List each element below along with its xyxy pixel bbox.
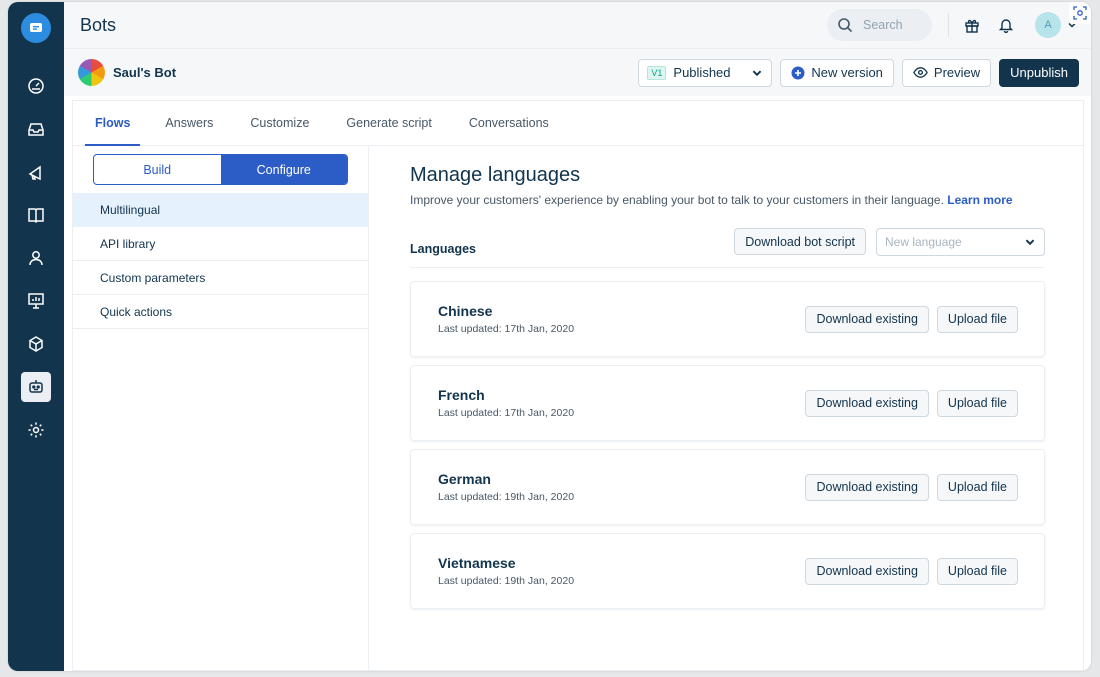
tab-generate-script[interactable]: Generate script [346, 101, 443, 145]
download-existing-button[interactable]: Download existing [805, 305, 929, 333]
language-card: German Last updated: 19th Jan, 2020 Down… [410, 449, 1045, 525]
screenshot-capture-icon[interactable] [1069, 2, 1091, 24]
language-list: Chinese Last updated: 17th Jan, 2020 Dow… [410, 281, 1045, 609]
bot-header: Saul's Bot V1 Published New version Prev… [64, 48, 1091, 96]
language-updated: Last updated: 19th Jan, 2020 [438, 575, 575, 587]
new-language-placeholder: New language [885, 234, 962, 249]
language-updated: Last updated: 17th Jan, 2020 [438, 407, 575, 419]
section-description: Improve your customers' experience by en… [410, 193, 1045, 207]
download-existing-button[interactable]: Download existing [805, 389, 929, 417]
upload-file-button[interactable]: Upload file [936, 557, 1018, 585]
eye-icon [913, 67, 928, 78]
nav-contacts-icon[interactable] [21, 243, 51, 273]
version-select[interactable]: V1 Published [638, 58, 773, 87]
language-name: German [438, 471, 491, 487]
download-bot-script-button[interactable]: Download bot script [734, 228, 866, 255]
language-name: French [438, 387, 485, 403]
app-window: Bots Search A Saul's Bot V1 Published Ne… [8, 2, 1091, 671]
new-version-button[interactable]: New version [780, 58, 894, 87]
manage-languages-panel: Manage languages Improve your customers'… [410, 146, 1045, 617]
build-toggle-button[interactable]: Build [94, 155, 221, 184]
bot-avatar [78, 59, 105, 86]
chevron-down-icon [753, 70, 762, 76]
sidebar [8, 2, 64, 671]
brand-logo-icon[interactable] [21, 13, 51, 43]
new-language-select[interactable]: New language [876, 227, 1045, 256]
languages-header: Languages Download bot script New langua… [410, 224, 1045, 268]
bot-name: Saul's Bot [113, 65, 177, 80]
notifications-bell-icon[interactable] [993, 12, 1019, 38]
language-name: Chinese [438, 303, 493, 319]
language-updated: Last updated: 17th Jan, 2020 [438, 323, 575, 335]
search-input[interactable]: Search [827, 9, 932, 41]
menu-item-api-library[interactable]: API library [73, 227, 368, 261]
nav-dashboard-icon[interactable] [21, 71, 51, 101]
new-version-label: New version [811, 65, 883, 80]
tab-conversations[interactable]: Conversations [469, 101, 561, 145]
gift-icon[interactable] [959, 12, 985, 38]
chevron-down-icon [1024, 236, 1036, 248]
search-placeholder: Search [863, 18, 903, 32]
nav-marketplace-cube-icon[interactable] [21, 329, 51, 359]
nav-settings-gear-icon[interactable] [21, 415, 51, 445]
learn-more-link[interactable]: Learn more [947, 193, 1012, 207]
nav-knowledge-book-icon[interactable] [21, 200, 51, 230]
menu-item-custom-parameters[interactable]: Custom parameters [73, 261, 368, 295]
user-avatar[interactable]: A [1035, 12, 1061, 38]
page-title: Bots [80, 14, 117, 35]
language-card: Chinese Last updated: 17th Jan, 2020 Dow… [410, 281, 1045, 357]
upload-file-button[interactable]: Upload file [936, 473, 1018, 501]
description-text: Improve your customers' experience by en… [410, 193, 944, 207]
download-existing-button[interactable]: Download existing [805, 473, 929, 501]
languages-label: Languages [410, 241, 476, 256]
left-pane: Build Configure Multilingual API library… [73, 146, 369, 670]
version-badge: V1 [647, 65, 667, 80]
configure-toggle-button[interactable]: Configure [220, 155, 347, 184]
section-title: Manage languages [410, 164, 581, 186]
configure-menu: Multilingual API library Custom paramete… [73, 193, 368, 329]
tab-bar: Flows Answers Customize Generate script … [73, 101, 1083, 146]
language-updated: Last updated: 19th Jan, 2020 [438, 491, 575, 503]
tab-answers[interactable]: Answers [165, 101, 225, 145]
version-status: Published [673, 65, 731, 80]
preview-label: Preview [933, 65, 981, 80]
menu-item-quick-actions[interactable]: Quick actions [73, 295, 368, 329]
preview-button[interactable]: Preview [901, 58, 992, 87]
tab-flows[interactable]: Flows [85, 101, 141, 146]
content-card: Flows Answers Customize Generate script … [72, 100, 1084, 671]
menu-item-multilingual[interactable]: Multilingual [73, 193, 368, 227]
tab-customize[interactable]: Customize [250, 101, 321, 145]
search-icon [838, 18, 853, 33]
nav-reports-icon[interactable] [21, 286, 51, 316]
upload-file-button[interactable]: Upload file [936, 389, 1018, 417]
language-name: Vietnamese [438, 555, 516, 571]
unpublish-button[interactable]: Unpublish [999, 58, 1079, 87]
nav-bots-icon[interactable] [21, 372, 51, 402]
upload-file-button[interactable]: Upload file [936, 305, 1018, 333]
plus-circle-icon [791, 66, 805, 79]
language-card: French Last updated: 17th Jan, 2020 Down… [410, 365, 1045, 441]
build-configure-toggle: Build Configure [93, 154, 348, 185]
language-card: Vietnamese Last updated: 19th Jan, 2020 … [410, 533, 1045, 609]
divider [948, 13, 949, 37]
nav-inbox-icon[interactable] [21, 114, 51, 144]
topbar: Bots Search A [64, 2, 1091, 48]
download-existing-button[interactable]: Download existing [805, 557, 929, 585]
nav-campaigns-icon[interactable] [21, 157, 51, 187]
